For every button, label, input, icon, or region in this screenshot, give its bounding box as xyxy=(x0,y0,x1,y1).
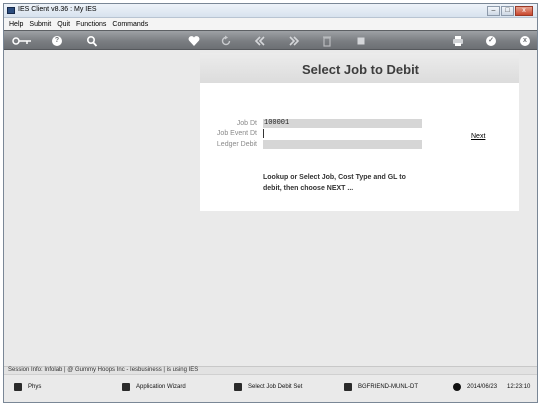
key-icon[interactable] xyxy=(12,34,32,48)
panel-header: Select Job to Debit xyxy=(200,53,519,83)
status-task-label: Select Job Debit Set xyxy=(248,384,303,390)
document-icon xyxy=(14,383,22,391)
menu-submit[interactable]: Submit xyxy=(29,21,51,28)
job-dt-input[interactable]: 100001 xyxy=(263,119,422,128)
search-icon[interactable] xyxy=(86,34,98,48)
rewind-icon[interactable] xyxy=(254,34,266,48)
close-icon[interactable]: x xyxy=(520,36,530,46)
status-datetime: 2014/06/23 12:23:10 xyxy=(453,382,530,392)
session-info: Session Info: Infolab | @ Gummy Hoops In… xyxy=(4,366,537,374)
job-debit-panel: Select Job to Debit Job Dt 100001 Job Ev… xyxy=(200,53,519,211)
app-window: IES Client v8.36 : My IES – □ x Help Sub… xyxy=(3,3,538,403)
forward-icon[interactable] xyxy=(288,34,300,48)
instruction-text: Lookup or Select Job, Cost Type and GL t… xyxy=(263,174,406,192)
trash-icon[interactable] xyxy=(322,34,332,48)
ledger-debit-input[interactable] xyxy=(263,140,422,149)
menu-help[interactable]: Help xyxy=(9,21,23,28)
status-phys[interactable]: Phys xyxy=(14,382,41,392)
heart-icon[interactable] xyxy=(188,34,200,48)
status-machine-label: BGFRIEND-MUNL-DT xyxy=(358,384,418,390)
status-date: 2014/06/23 xyxy=(467,384,498,390)
job-dt-label: Job Dt xyxy=(236,120,257,127)
check-icon[interactable]: ✓ xyxy=(486,36,496,46)
close-window-button[interactable]: x xyxy=(515,6,533,16)
job-event-dt-input[interactable] xyxy=(263,129,422,138)
app-logo-icon xyxy=(7,7,15,14)
page-title: Select Job to Debit xyxy=(301,62,420,77)
help-icon[interactable]: ? xyxy=(52,36,62,46)
maximize-button[interactable]: □ xyxy=(501,6,514,16)
clock-icon xyxy=(453,383,461,391)
status-task[interactable]: Select Job Debit Set xyxy=(234,382,302,392)
refresh-icon[interactable] xyxy=(220,34,232,48)
window-title: IES Client v8.36 : My IES xyxy=(18,6,97,13)
status-bar: Phys Application Wizard Select Job Debit… xyxy=(4,374,537,402)
ledger-debit-label: Ledger Debit xyxy=(216,141,257,148)
menu-bar: Help Submit Quit Functions Commands xyxy=(4,18,537,30)
minimize-button[interactable]: – xyxy=(487,6,500,16)
menu-functions[interactable]: Functions xyxy=(76,21,106,28)
menu-commands[interactable]: Commands xyxy=(112,21,148,28)
menu-quit[interactable]: Quit xyxy=(57,21,70,28)
status-phys-label: Phys xyxy=(28,384,42,390)
title-bar: IES Client v8.36 : My IES – □ x xyxy=(4,4,537,18)
toolbar: ? ✓ x xyxy=(4,30,537,50)
printer-icon[interactable] xyxy=(452,34,464,48)
wizard-icon xyxy=(122,383,130,391)
stop-icon[interactable] xyxy=(356,34,366,48)
window-controls: – □ x xyxy=(486,6,533,16)
job-event-dt-label: Job Event Dt xyxy=(216,130,257,137)
task-icon xyxy=(234,383,242,391)
status-time: 12:23:10 xyxy=(507,384,531,390)
next-link[interactable]: Next xyxy=(471,133,485,140)
status-wizard-label: Application Wizard xyxy=(136,384,186,390)
computer-icon xyxy=(344,383,352,391)
status-machine: BGFRIEND-MUNL-DT xyxy=(344,382,418,392)
navigation-pane xyxy=(4,51,199,366)
status-wizard[interactable]: Application Wizard xyxy=(122,382,186,392)
